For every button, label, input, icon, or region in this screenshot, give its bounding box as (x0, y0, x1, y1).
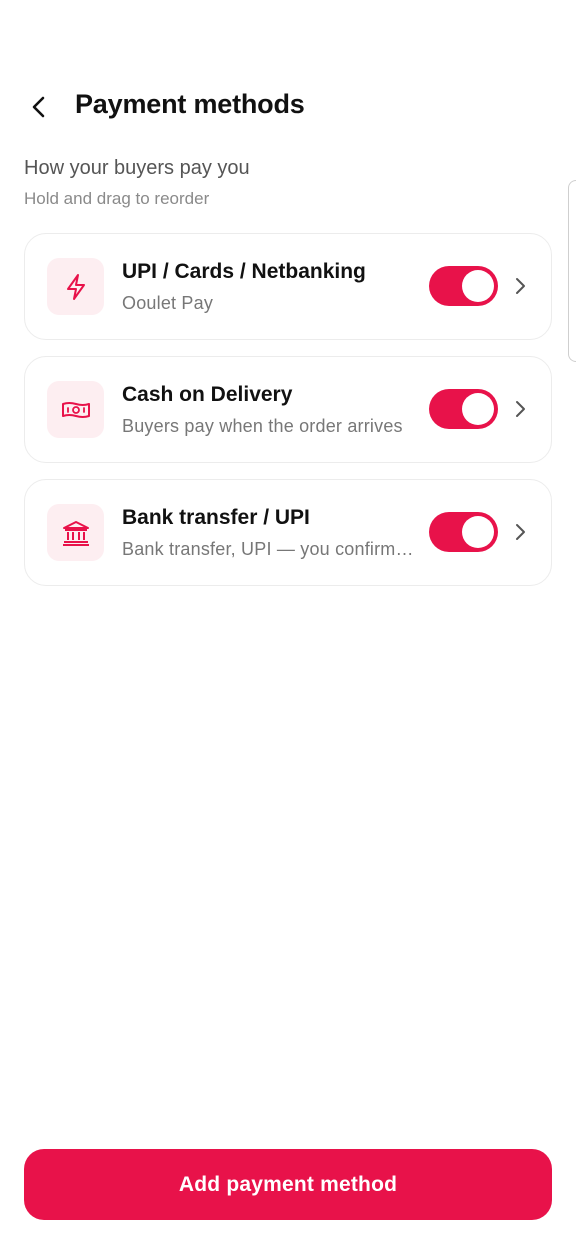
banknote-icon (61, 401, 90, 418)
section-subtitle: Hold and drag to reorder (24, 189, 210, 208)
method-subtitle: Bank transfer, UPI — you confirm payment (122, 539, 414, 559)
icon-tile (47, 258, 104, 315)
enable-toggle[interactable] (429, 266, 498, 306)
chevron-right-icon[interactable] (509, 273, 531, 299)
icon-tile (47, 504, 104, 561)
chevron-right-icon[interactable] (509, 519, 531, 545)
method-subtitle: Ooulet Pay (122, 293, 214, 313)
method-title: UPI / Cards / Netbanking (122, 260, 366, 283)
bank-icon (62, 520, 89, 546)
chevron-left-icon (32, 96, 45, 118)
enable-toggle[interactable] (429, 512, 498, 552)
chevron-right-icon[interactable] (509, 396, 531, 422)
method-title: Bank transfer / UPI (122, 506, 310, 529)
header: Payment methods (0, 76, 576, 136)
icon-tile (47, 381, 104, 438)
lightning-icon (66, 273, 85, 300)
toggle-knob (462, 270, 494, 302)
payment-method-card[interactable]: UPI / Cards / Netbanking Ooulet Pay (24, 233, 552, 340)
enable-toggle[interactable] (429, 389, 498, 429)
scrollbar[interactable] (568, 180, 576, 362)
toggle-knob (462, 393, 494, 425)
method-subtitle: Buyers pay when the order arrives (122, 416, 403, 436)
add-payment-method-button[interactable]: Add payment method (24, 1149, 552, 1220)
method-title: Cash on Delivery (122, 383, 293, 406)
back-button[interactable] (22, 90, 56, 124)
toggle-knob (462, 516, 494, 548)
payment-method-card[interactable]: Bank transfer / UPI Bank transfer, UPI —… (24, 479, 552, 586)
section-title: How your buyers pay you (24, 157, 250, 179)
payment-method-card[interactable]: Cash on Delivery Buyers pay when the ord… (24, 356, 552, 463)
page-title: Payment methods (75, 89, 305, 119)
